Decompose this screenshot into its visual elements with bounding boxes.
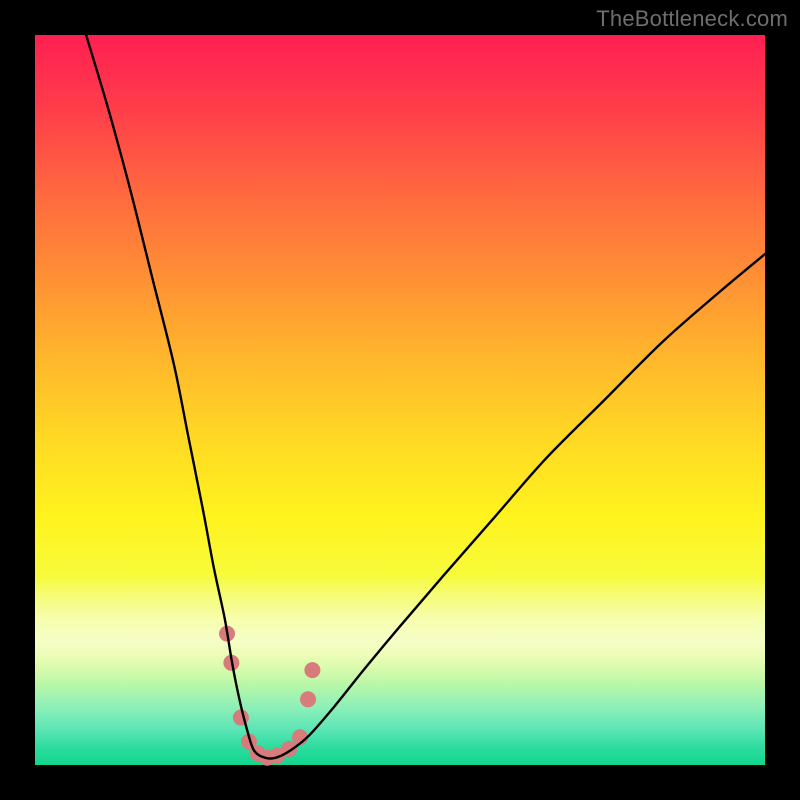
outer-frame: TheBottleneck.com — [0, 0, 800, 800]
watermark-text: TheBottleneck.com — [596, 6, 788, 32]
data-marker — [304, 662, 320, 678]
curve-layer — [35, 35, 765, 765]
data-marker — [233, 710, 249, 726]
markers-group — [219, 626, 320, 766]
bottleneck-curve — [86, 35, 765, 759]
plot-area — [35, 35, 765, 765]
data-marker — [300, 691, 316, 707]
